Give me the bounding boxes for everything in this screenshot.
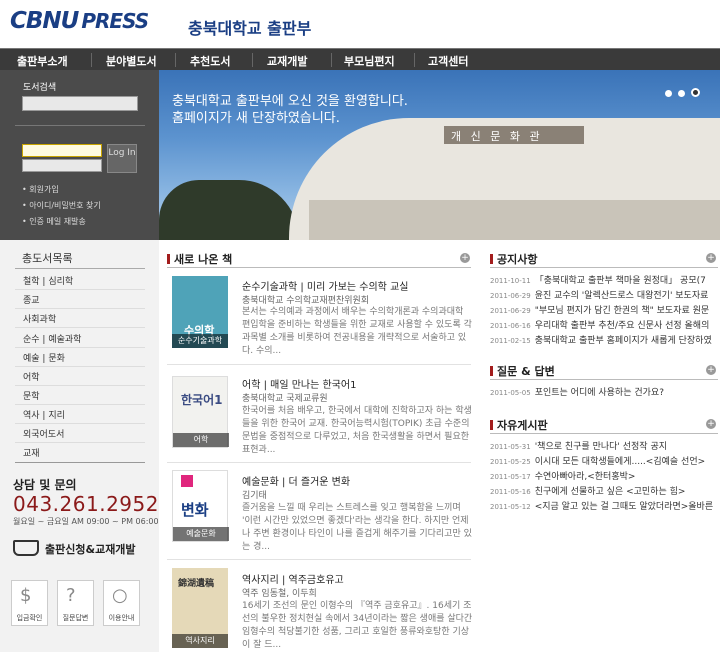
- money-bag-icon: $: [20, 585, 32, 606]
- book-author-4: 역주 임동철, 이두희: [242, 589, 317, 599]
- category-history[interactable]: 역사 | 지리: [23, 408, 65, 421]
- board-title: 자유게시판: [490, 417, 548, 433]
- category-social-science[interactable]: 사회과학: [23, 312, 56, 325]
- book-author-3: 김기태: [242, 491, 267, 501]
- building-sign: 개 신 문 화 관: [451, 130, 543, 143]
- publish-apply-link[interactable]: 출판신청&교재개발: [13, 540, 136, 557]
- hero-banner: 개 신 문 화 관 충북대학교 출판부에 오신 것을 환영합니다. 홈페이지가 …: [159, 70, 720, 240]
- book-title-4[interactable]: 역사지리 | 역주금호유고: [242, 571, 344, 586]
- notice-item-4[interactable]: 2011-06-16 우리대학 출판부 추천/주요 신문사 선정 올해의: [490, 318, 720, 331]
- category-philosophy[interactable]: 철학 | 심리학: [23, 274, 73, 287]
- category-pure-science[interactable]: 순수 | 예술과학: [23, 332, 81, 345]
- user-id-input[interactable]: [22, 144, 102, 157]
- nav-item-textbook[interactable]: 교재개발: [267, 53, 307, 69]
- board-item-3[interactable]: 2011-05-17 수연아빠아라,<한터홍박>: [490, 469, 720, 482]
- book-title-3[interactable]: 예술문화 | 더 즐거운 변화: [242, 473, 350, 488]
- slide-dot-1[interactable]: [665, 90, 672, 97]
- nav-item-books-by-field[interactable]: 분야별도서: [106, 53, 157, 69]
- slide-dot-2[interactable]: [678, 90, 685, 97]
- nav-item-about[interactable]: 출판부소개: [17, 53, 68, 69]
- book-author-1: 충북대학교 수의학교재편찬위원회: [242, 296, 370, 306]
- new-books-more-button[interactable]: +: [460, 253, 470, 263]
- notices-more-button[interactable]: +: [706, 253, 716, 263]
- board-item-2[interactable]: 2011-05-25 이시대 모든 대학생들에게.....<김예슬 선언>: [490, 454, 720, 467]
- nav-item-parents-letter[interactable]: 부모님편지: [344, 53, 395, 69]
- usage-guide-button[interactable]: ○ 이용안내: [103, 580, 140, 626]
- notice-item-2[interactable]: 2011-06-29 윤진 교수의 '알렉산드로스 대왕전기' 보도자료: [490, 288, 720, 301]
- category-foreign-books[interactable]: 외국어도서: [23, 427, 64, 440]
- book-cover-3[interactable]: 변화 예술문화: [172, 470, 229, 542]
- find-account-link[interactable]: • 아이디/비밀번호 찾기: [22, 200, 101, 211]
- signup-link[interactable]: • 회원가입: [22, 184, 59, 195]
- book-search-label: 도서검색: [23, 83, 57, 93]
- book-title-1[interactable]: 순수기술과학 | 미리 가보는 수의학 교실: [242, 278, 408, 293]
- slide-indicators: [659, 87, 700, 100]
- contact-title: 상담 및 문의: [13, 478, 77, 492]
- qna-title: 질문 & 답변: [490, 363, 555, 379]
- board-more-button[interactable]: +: [706, 419, 716, 429]
- book-author-2: 충북대학교 국제교류원: [242, 394, 328, 404]
- nav-item-customer-center[interactable]: 고객센터: [428, 53, 468, 69]
- book-title-2[interactable]: 어학 | 매일 만나는 한국어1: [242, 376, 356, 391]
- left-sidebar: 총도서목록 철학 | 심리학 종교 사회과학 순수 | 예술과학 예술 | 문화…: [0, 240, 159, 652]
- category-arts[interactable]: 예술 | 문화: [23, 351, 65, 364]
- site-header: CBNU PRESS 충북대학교 출판부: [0, 0, 720, 48]
- magnifier-icon: ○: [112, 585, 128, 606]
- qna-item-1[interactable]: 2011-05-05 포인트는 어디에 사용하는 건가요?: [490, 385, 720, 398]
- book-cover-2[interactable]: 한국어1 어학: [172, 376, 229, 448]
- password-input[interactable]: [22, 159, 102, 172]
- category-religion[interactable]: 종교: [23, 293, 40, 306]
- board-item-5[interactable]: 2011-05-12 <지금 알고 있는 걸 그때도 알았더라면>올바른: [490, 499, 720, 512]
- book-cover-4[interactable]: 錦湖遺稿 역사지리: [172, 568, 228, 648]
- question-icon: ?: [66, 585, 76, 606]
- category-language[interactable]: 어학: [23, 370, 40, 383]
- notice-item-3[interactable]: 2011-06-29 "부모님 편지가 담긴 한권의 책" 보도자료 원문: [490, 303, 720, 316]
- notice-item-1[interactable]: 2011-10-11 「충북대학교 출판부 책마을 원정대」 공모(7: [490, 273, 720, 286]
- notice-item-5[interactable]: 2011-02-15 충북대학교 출판부 홈페이지가 새롭게 단장하였: [490, 333, 720, 346]
- login-panel: 도서검색 Log In • 회원가입 • 아이디/비밀번호 찾기 • 인증 메일…: [0, 70, 159, 240]
- book-desc-4: 16세기 조선의 문인 이형수의 『역주 금호유고』. 16세기 조선의 불우한…: [242, 601, 473, 650]
- slide-dot-3-active[interactable]: [691, 88, 700, 97]
- hero-renewal-text: 홈페이지가 새 단장하였습니다.: [172, 111, 340, 126]
- nav-item-recommended[interactable]: 추천도서: [190, 53, 230, 69]
- category-textbook[interactable]: 교재: [23, 446, 40, 459]
- resend-mail-link[interactable]: • 인증 메일 재발송: [22, 216, 86, 227]
- deposit-check-button[interactable]: $ 입금확인: [11, 580, 48, 626]
- new-books-title: 새로 나온 책: [167, 251, 232, 267]
- site-subtitle: 충북대학교 출판부: [188, 19, 312, 38]
- book-icon: [13, 540, 39, 556]
- qna-button[interactable]: ? 질문답변: [57, 580, 94, 626]
- category-literature[interactable]: 문학: [23, 389, 40, 402]
- business-hours: 월요일 ~ 금요일 AM 09:00 ~ PM 06:00: [13, 517, 159, 526]
- catalog-title: 총도서목록: [22, 252, 73, 265]
- main-nav: 출판부소개 분야별도서 추천도서 교재개발 부모님편지 고객센터: [0, 48, 720, 71]
- login-button[interactable]: Log In: [107, 144, 137, 173]
- book-desc-2: 한국어를 처음 배우고, 한국에서 대학에 진학하고자 하는 학생들을 위한 한…: [242, 406, 472, 455]
- book-desc-1: 본서는 수의예과 과정에서 배우는 수의학개론과 수의과대학 편입학을 준비하는…: [242, 307, 472, 356]
- book-search-input[interactable]: [22, 96, 138, 111]
- notices-title: 공지사항: [490, 251, 537, 267]
- tree-silhouette: [159, 180, 299, 240]
- board-item-1[interactable]: 2011-05-31 '책으로 친구를 만나다' 선정작 공지: [490, 439, 720, 452]
- book-desc-3: 즐거움을 느낄 때 우리는 스트레스를 잊고 행복함을 느끼며 '이런 시간만 …: [242, 503, 472, 552]
- qna-more-button[interactable]: +: [706, 365, 716, 375]
- site-logo[interactable]: CBNU PRESS: [10, 8, 149, 34]
- board-item-4[interactable]: 2011-05-16 친구에게 선물하고 싶은 <고민하는 힘>: [490, 484, 720, 497]
- book-cover-1[interactable]: 수의학 순수기술과학: [172, 276, 228, 348]
- contact-phone: 043.261.2952: [13, 492, 159, 516]
